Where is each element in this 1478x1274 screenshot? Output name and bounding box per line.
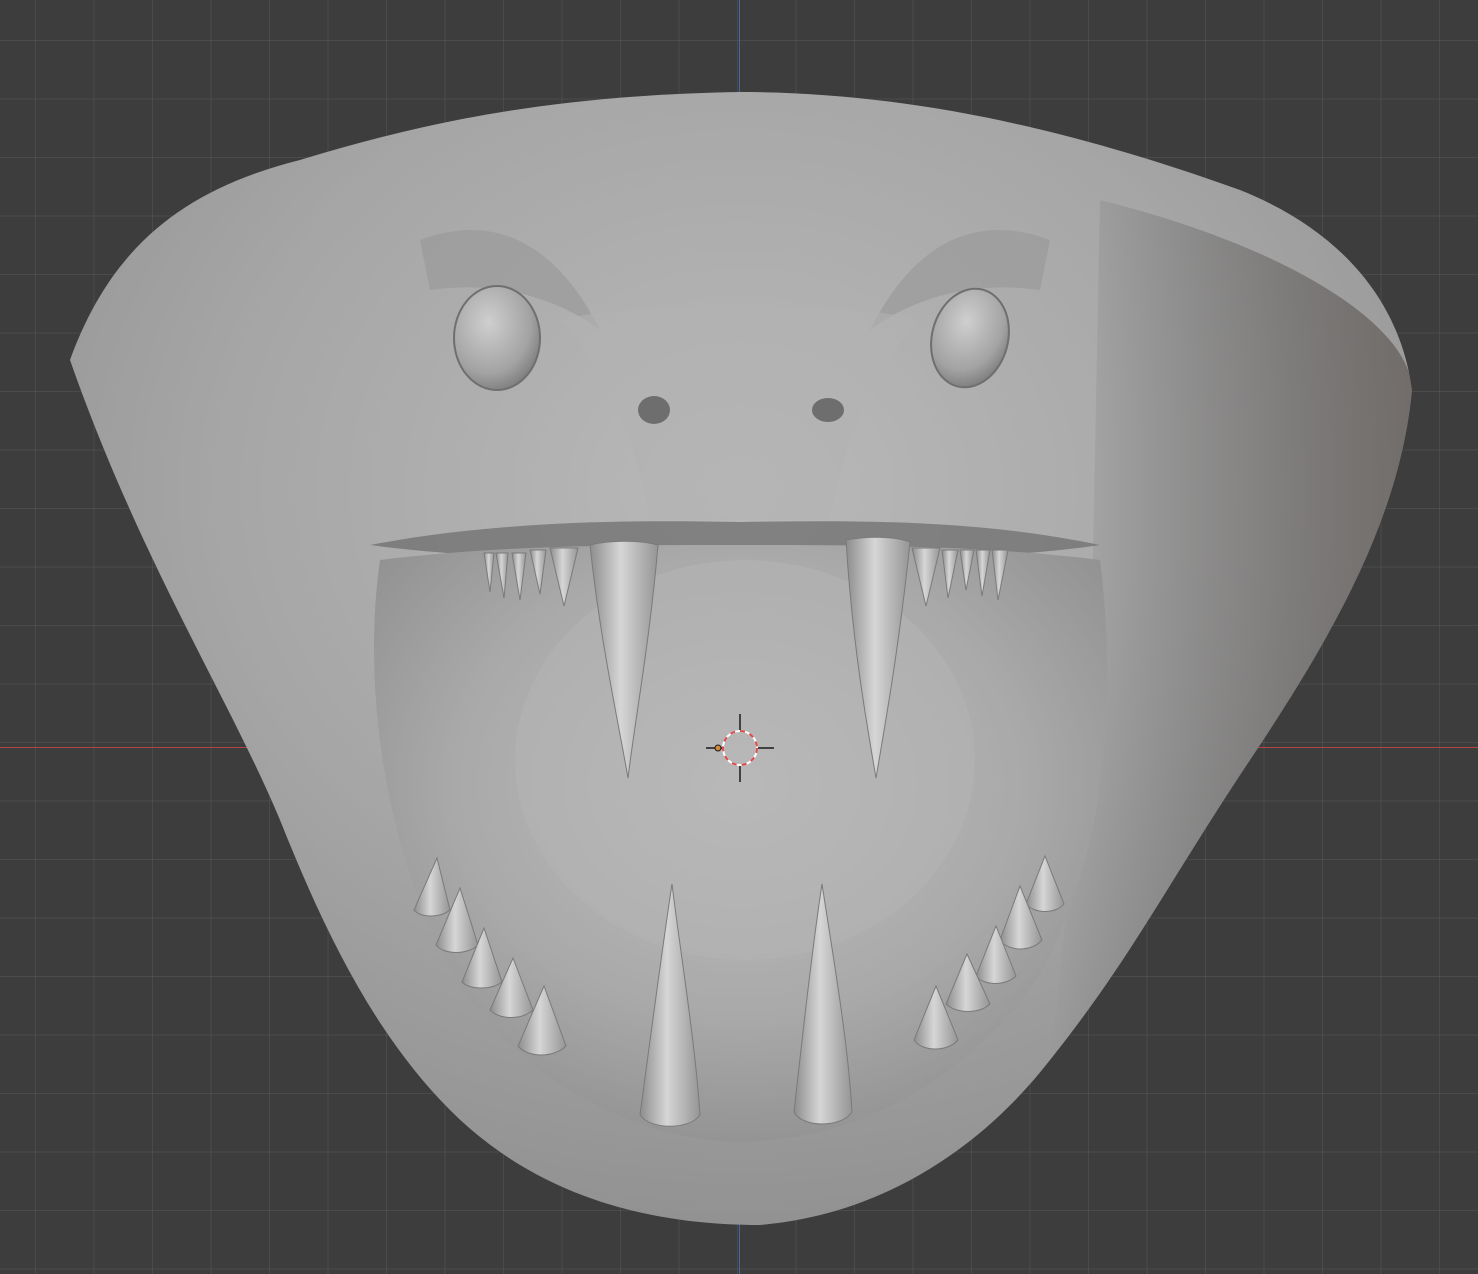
left-nostril — [638, 396, 670, 424]
sculpted-creature-head[interactable] — [0, 0, 1478, 1274]
3d-cursor-icon — [706, 714, 774, 782]
right-nostril — [812, 398, 844, 422]
left-eye — [453, 285, 541, 391]
viewport-3d[interactable] — [0, 0, 1478, 1274]
